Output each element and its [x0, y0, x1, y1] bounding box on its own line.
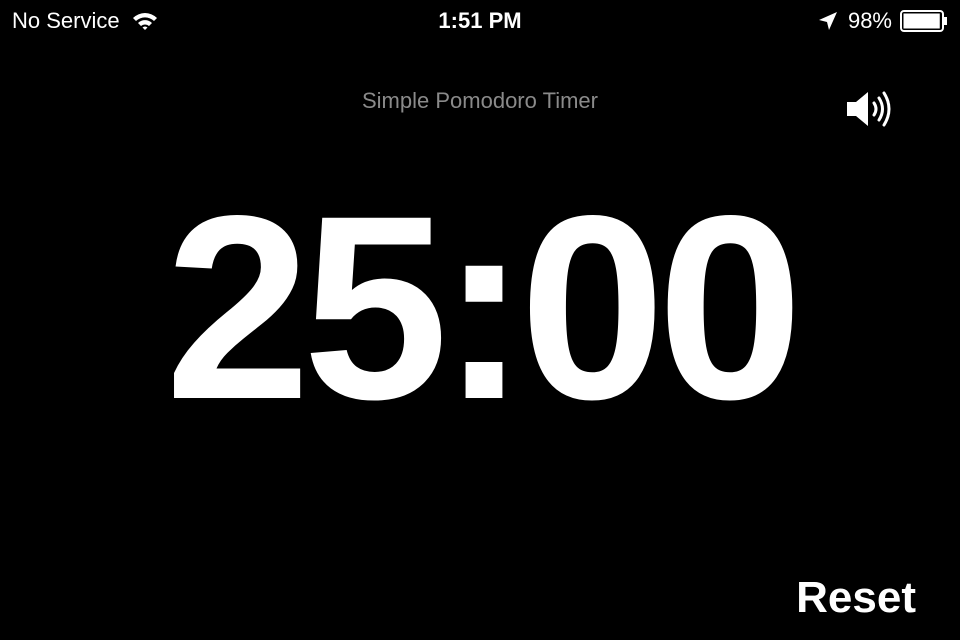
- speaker-icon: [847, 91, 891, 127]
- location-arrow-icon: [818, 12, 837, 30]
- timer-display[interactable]: 25:00: [0, 177, 960, 439]
- reset-button[interactable]: Reset: [796, 572, 916, 624]
- battery-fill: [903, 13, 940, 29]
- sound-toggle-button[interactable]: [840, 86, 900, 132]
- app-title: Simple Pomodoro Timer: [362, 88, 598, 113]
- status-bar: No Service 1:51 PM 98%: [0, 0, 960, 40]
- battery-percent: 98%: [847, 8, 892, 33]
- status-right-group: 98%: [818, 6, 948, 36]
- battery-icon: [900, 10, 947, 32]
- status-time: 1:51 PM: [438, 8, 522, 33]
